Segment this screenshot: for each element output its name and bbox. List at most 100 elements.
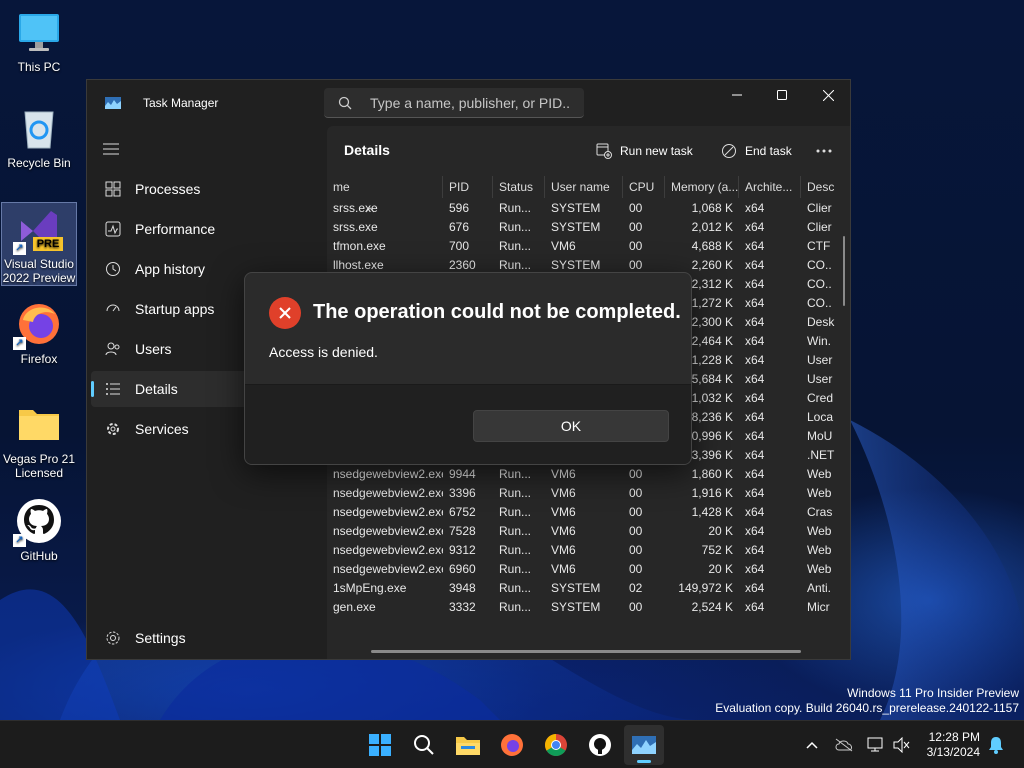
windows-logo-icon (369, 734, 391, 756)
column-header[interactable]: User name (545, 176, 623, 198)
column-header[interactable]: PID (443, 176, 493, 198)
search-icon (414, 735, 434, 755)
end-task-button[interactable]: End task (721, 138, 792, 164)
cell-arch: x64 (745, 448, 765, 462)
cell-name: nsedgewebview2.exe (333, 467, 443, 481)
cell-cpu: 00 (629, 562, 643, 576)
start-button[interactable] (360, 725, 400, 765)
cell-user: SYSTEM (551, 220, 601, 234)
cell-arch: x64 (745, 277, 765, 291)
network-tray-button[interactable] (866, 735, 886, 755)
vertical-scrollbar[interactable] (843, 236, 845, 306)
table-row[interactable]: nsedgewebview2.exe 9312 Run... VM6 00 752 K x6… (327, 541, 850, 560)
nav-item-settings[interactable]: Settings (91, 620, 323, 656)
cell-arch: x64 (745, 429, 765, 443)
column-header[interactable]: Archite... (739, 176, 801, 198)
column-header[interactable]: CPU (623, 176, 665, 198)
cell-user: VM6 (551, 543, 576, 557)
cell-pid: 6960 (449, 562, 476, 576)
cell-desc: Web (807, 543, 832, 557)
maximize-button[interactable] (759, 80, 805, 110)
taskbar-task-manager[interactable] (624, 725, 664, 765)
chrome-icon (545, 734, 567, 756)
taskbar-clock[interactable]: 12:28 PM 3/13/2024 (920, 730, 980, 760)
network-icon (867, 737, 883, 752)
cell-cpu: 00 (629, 201, 643, 215)
cell-name: srss.exe (333, 220, 378, 234)
show-hidden-icons-button[interactable] (802, 735, 822, 755)
table-row[interactable]: nsedgewebview2.exe 9944 Run... VM6 00 1,860 K… (327, 465, 850, 484)
search-icon (338, 96, 352, 115)
desktop-icon-vegas-pro[interactable]: Vegas Pro 21 Licensed (1, 400, 77, 482)
cell-arch: x64 (745, 486, 765, 500)
nav-item-processes[interactable]: Processes (91, 171, 323, 207)
cell-status: Run... (499, 562, 532, 576)
column-header[interactable]: me (327, 176, 443, 198)
cell-cpu: 00 (629, 543, 643, 557)
cell-user: VM6 (551, 239, 576, 253)
cell-user: SYSTEM (551, 201, 601, 215)
taskbar-file-explorer[interactable] (448, 725, 488, 765)
run-new-task-label: Run new task (620, 144, 693, 158)
cell-desc: Desk (807, 315, 835, 329)
cell-arch: x64 (745, 543, 765, 557)
cell-user: VM6 (551, 562, 576, 576)
cell-cpu: 00 (629, 467, 643, 481)
taskbar-chrome[interactable] (536, 725, 576, 765)
table-row[interactable]: gen.exe 3332 Run... SYSTEM 00 2,524 K x64 Micr (327, 598, 850, 616)
desktop-icon-firefox[interactable]: ↗ Firefox (1, 300, 77, 370)
cell-name: srss.exe (333, 201, 378, 215)
taskbar-github[interactable] (580, 725, 620, 765)
title-bar[interactable]: Task Manager (87, 80, 850, 126)
table-row[interactable]: nsedgewebview2.exe 3396 Run... VM6 00 1,916 K… (327, 484, 850, 503)
ok-button[interactable]: OK (473, 410, 669, 442)
column-header[interactable]: Status (493, 176, 545, 198)
taskbar-firefox[interactable] (492, 725, 532, 765)
cell-pid: 7528 (449, 524, 476, 538)
services-icon (103, 419, 123, 439)
desktop-icon-github[interactable]: ↗ GitHub (1, 497, 77, 567)
github-icon (589, 734, 611, 756)
run-new-task-button[interactable]: Run new task (596, 138, 693, 164)
recycle-bin-icon (15, 104, 63, 152)
table-row[interactable]: srss.exe 596 Run... SYSTEM 00 1,068 K x64 Clier (327, 199, 850, 218)
taskbar-search-button[interactable] (404, 725, 444, 765)
cell-desc: Anti. (807, 581, 832, 595)
search-box[interactable] (324, 88, 584, 118)
cell-mem: 1,860 K (691, 467, 733, 481)
volume-tray-button[interactable] (892, 735, 912, 755)
column-header[interactable]: Desc (801, 176, 850, 198)
desktop-icon-visual-studio[interactable]: PRE ↗ Visual Studio 2022 Preview (1, 202, 77, 286)
shortcut-arrow-icon: ↗ (13, 337, 26, 350)
cell-arch: x64 (745, 353, 765, 367)
notifications-button[interactable] (986, 735, 1006, 755)
task-manager-app-icon (105, 96, 121, 109)
cell-arch: x64 (745, 600, 765, 614)
table-row[interactable]: nsedgewebview2.exe 7528 Run... VM6 00 20 K x64… (327, 522, 850, 541)
cell-user: VM6 (551, 505, 576, 519)
cell-mem: 1,916 K (691, 486, 733, 500)
desktop-icon-label: Visual Studio 2022 Preview (2, 257, 76, 285)
desktop-icon-this-pc[interactable]: This PC (1, 8, 77, 78)
hamburger-menu-button[interactable] (103, 142, 119, 155)
column-header[interactable]: Memory (a... (665, 176, 739, 198)
table-row[interactable]: nsedgewebview2.exe 6960 Run... VM6 00 20 K x64… (327, 560, 850, 579)
clock-date: 3/13/2024 (926, 745, 980, 759)
desktop-icon-recycle-bin[interactable]: Recycle Bin (1, 104, 77, 174)
close-icon (822, 89, 834, 101)
onedrive-tray-button[interactable] (834, 735, 854, 755)
search-input[interactable] (370, 93, 570, 113)
table-row[interactable]: 1sMpEng.exe 3948 Run... SYSTEM 02 149,972 K x6… (327, 579, 850, 598)
watermark-line-1: Windows 11 Pro Insider Preview (847, 686, 1019, 700)
horizontal-scrollbar[interactable] (371, 650, 801, 653)
table-row[interactable]: nsedgewebview2.exe 6752 Run... VM6 00 1,428 K… (327, 503, 850, 522)
more-options-button[interactable] (816, 138, 840, 164)
minimize-button[interactable] (714, 80, 760, 110)
close-button[interactable] (805, 80, 850, 110)
nav-item-performance[interactable]: Performance (91, 211, 323, 247)
cell-arch: x64 (745, 296, 765, 310)
table-row[interactable]: srss.exe 676 Run... SYSTEM 00 2,012 K x64 Clier (327, 218, 850, 237)
cell-user: VM6 (551, 524, 576, 538)
folder-icon (15, 400, 63, 448)
table-row[interactable]: tfmon.exe 700 Run... VM6 00 4,688 Kx64 CTF (327, 237, 850, 256)
